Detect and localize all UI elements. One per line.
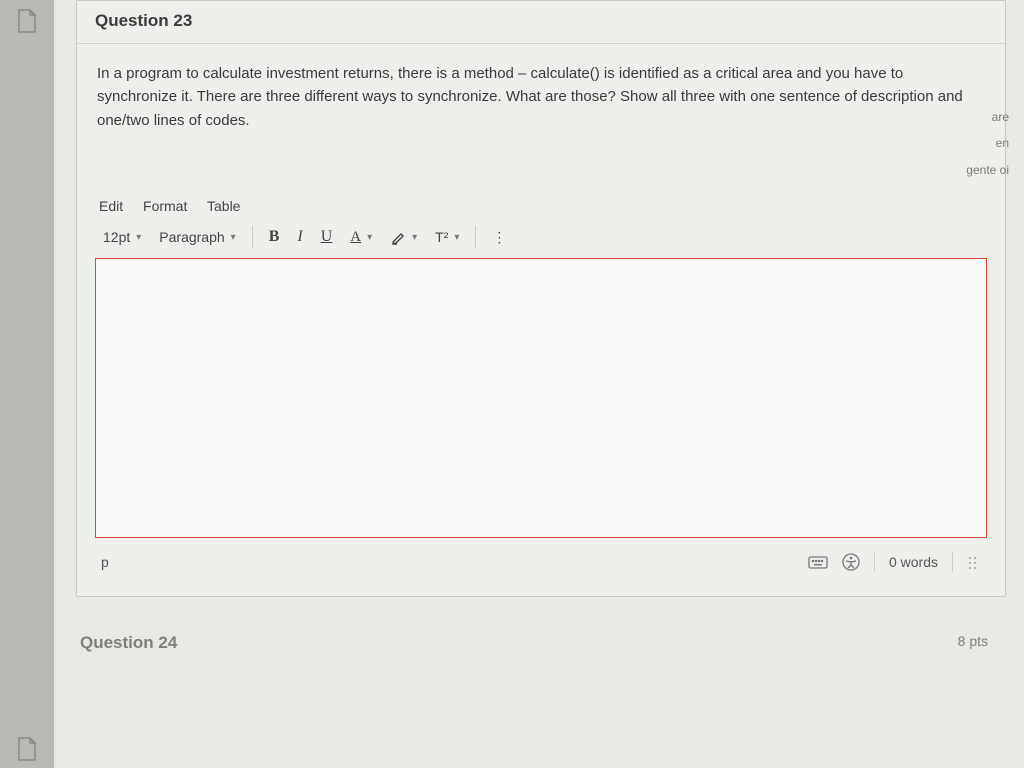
keyboard-icon[interactable] — [808, 554, 828, 570]
page-edge-text: are en gente oi — [966, 104, 1009, 183]
font-size-select[interactable]: 12pt▾ — [95, 225, 149, 249]
underline-button[interactable]: U — [313, 224, 341, 250]
chevron-down-icon: ▾ — [367, 232, 372, 243]
chevron-down-icon: ▾ — [136, 232, 141, 243]
next-question-header: Question 24 8 pts — [76, 625, 1006, 653]
status-divider — [874, 552, 875, 572]
menu-table[interactable]: Table — [207, 198, 240, 214]
chevron-down-icon: ▾ — [231, 232, 236, 243]
question-header: Question 23 — [77, 1, 1005, 44]
chevron-down-icon: ▾ — [454, 232, 459, 243]
accessibility-icon[interactable] — [842, 553, 860, 571]
page-icon — [16, 736, 38, 762]
question-prompt: In a program to calculate investment ret… — [97, 65, 963, 129]
highlight-button[interactable]: ▾ — [382, 225, 425, 249]
answer-textarea[interactable] — [95, 258, 987, 538]
status-divider — [952, 552, 953, 572]
editor-toolbar: 12pt▾ Paragraph▾ B I U A▾ ▾ T²▾ ⋮ — [95, 224, 987, 258]
italic-button[interactable]: I — [289, 224, 310, 250]
highlight-icon — [390, 229, 406, 245]
more-options-button[interactable]: ⋮ — [484, 225, 514, 250]
word-count: 0 words — [889, 554, 938, 570]
rich-text-editor: Edit Format Table 12pt▾ Paragraph▾ B I U… — [77, 194, 1005, 596]
editor-statusbar: p 0 words — [95, 538, 987, 576]
question-number: Question 23 — [95, 11, 192, 30]
text-color-button[interactable]: A▾ — [342, 225, 380, 250]
superscript-button[interactable]: T²▾ — [427, 225, 467, 249]
next-question-label: Question 24 — [80, 633, 177, 653]
editor-menubar: Edit Format Table — [95, 194, 987, 224]
question-body: In a program to calculate investment ret… — [77, 44, 1005, 194]
menu-edit[interactable]: Edit — [99, 198, 123, 214]
toolbar-divider — [252, 226, 253, 248]
block-format-select[interactable]: Paragraph▾ — [151, 225, 243, 249]
page-icon — [16, 8, 38, 34]
resize-handle-icon[interactable] — [967, 555, 981, 569]
chevron-down-icon: ▾ — [412, 232, 417, 243]
next-question-points: 8 pts — [958, 633, 988, 653]
element-path[interactable]: p — [101, 554, 109, 570]
menu-format[interactable]: Format — [143, 198, 187, 214]
bold-button[interactable]: B — [261, 224, 288, 250]
toolbar-divider — [475, 226, 476, 248]
question-card: Question 23 In a program to calculate in… — [76, 0, 1006, 597]
